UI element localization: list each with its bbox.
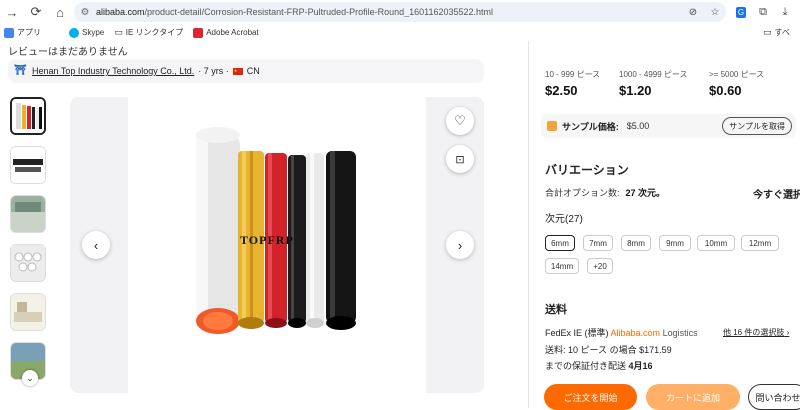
- grid-icon: [4, 27, 14, 38]
- get-sample-button[interactable]: サンプルを取得: [722, 117, 792, 135]
- price-tier: >= 5000 ピース $0.60: [709, 69, 783, 98]
- translate-icon[interactable]: G: [730, 2, 752, 22]
- main-product-image: TOPFRP ‹ › ♡ ⊡: [70, 97, 484, 393]
- bookmark-all[interactable]: ▭ すべ: [763, 27, 790, 38]
- purchase-panel: 10 - 999 ピース $2.50 1000 - 4999 ピース $1.20…: [529, 41, 800, 410]
- supplier-years: · 7 yrs ·: [198, 66, 229, 76]
- option-count: 合計オプション数: 27 次元。: [545, 188, 666, 198]
- shipping-carrier: FedEx IE (標準) Alibaba.com Logistics: [545, 328, 698, 338]
- prev-image-button[interactable]: ‹: [82, 231, 110, 259]
- package-icon: [547, 121, 557, 131]
- add-to-cart-button[interactable]: カートに追加: [646, 384, 740, 410]
- acrobat-icon: [193, 27, 204, 38]
- thumbnail-2[interactable]: [10, 146, 46, 184]
- address-bar[interactable]: ⚙ alibaba.com/product-detail/Corrosion-R…: [74, 2, 726, 22]
- price-tier: 10 - 999 ピース $2.50: [545, 69, 619, 98]
- folder-icon: ▭: [114, 27, 123, 37]
- select-now-link[interactable]: 今すぐ選択: [753, 186, 800, 201]
- bookmark-ie-links[interactable]: ▭ IE リンクタイプ: [114, 27, 183, 38]
- supplier-name-link[interactable]: Henan Top Industry Technology Co., Ltd.: [32, 66, 194, 76]
- stacked-tubes-thumbnail-image: [11, 245, 45, 281]
- heart-icon: ♡: [454, 113, 466, 128]
- supplier-logo-icon: ⛩: [14, 65, 27, 76]
- sample-price-bar: サンプル価格: $5.00 サンプルを取得: [541, 114, 796, 138]
- shipping-title: 送料: [545, 304, 567, 316]
- other-shipping-options-link[interactable]: 他 16 件の選択肢 ›: [723, 327, 789, 338]
- dimension-chip[interactable]: 6mm: [545, 235, 575, 251]
- products-thumbnail-image: [11, 294, 45, 330]
- tier-price: $1.20: [619, 83, 652, 98]
- shipping-cost: 送料: 10 ピース の場合 $171.59: [545, 345, 672, 355]
- next-image-button[interactable]: ›: [446, 231, 474, 259]
- image-watermark: TOPFRP: [240, 233, 294, 247]
- tier-range: 10 - 999 ピース: [545, 70, 601, 79]
- dimension-chip[interactable]: 8mm: [621, 235, 651, 251]
- dimension-chip[interactable]: 14mm: [545, 258, 579, 274]
- start-order-button[interactable]: ご注文を開始: [544, 384, 637, 410]
- bookmark-adobe-acrobat[interactable]: Adobe Acrobat: [193, 27, 259, 38]
- delivery-guarantee: までの保証付き配送 4月16: [545, 361, 653, 371]
- thumbnail-list: [10, 97, 46, 391]
- extensions-icon[interactable]: ⧉: [752, 2, 774, 22]
- thumbnail-1[interactable]: [10, 97, 46, 135]
- profile-thumbnail-image: [11, 147, 45, 183]
- tubes-thumbnail-image: [12, 99, 44, 133]
- reload-icon[interactable]: ⟳: [24, 0, 48, 24]
- variations-title: バリエーション: [545, 163, 629, 177]
- download-icon[interactable]: ⤓: [774, 2, 796, 22]
- home-icon[interactable]: ⌂: [48, 0, 72, 24]
- favorite-button[interactable]: ♡: [446, 107, 474, 135]
- dimension-chip[interactable]: 12mm: [741, 235, 779, 251]
- thumbnail-3[interactable]: [10, 195, 46, 233]
- frp-tubes-image: [196, 127, 356, 334]
- review-note: レビューはまだありません: [8, 47, 128, 58]
- price-tier: 1000 - 4999 ピース $1.20: [619, 69, 709, 98]
- sample-price-value: $5.00: [626, 121, 650, 131]
- url-text[interactable]: alibaba.com/product-detail/Corrosion-Res…: [96, 7, 682, 17]
- tier-range: 1000 - 4999 ピース: [619, 70, 688, 79]
- chevron-right-icon: ›: [457, 237, 463, 253]
- price-tiers: 10 - 999 ピース $2.50 1000 - 4999 ピース $1.20…: [545, 69, 783, 98]
- back-icon[interactable]: →: [0, 0, 24, 24]
- thumbnail-4[interactable]: [10, 244, 46, 282]
- warehouse-thumbnail-image: [11, 196, 45, 232]
- eye-off-icon[interactable]: ⊘: [682, 7, 704, 18]
- chevron-right-icon: ›: [786, 328, 790, 337]
- tier-range: >= 5000 ピース: [709, 70, 765, 79]
- image-search-button[interactable]: ⊡: [446, 145, 474, 173]
- tier-price: $0.60: [709, 83, 742, 98]
- sample-price-label: サンプル価格:: [562, 121, 619, 132]
- bookmark-apps[interactable]: アプリ: [4, 27, 41, 38]
- supplier-country: CN: [246, 66, 260, 76]
- chevron-left-icon: ‹: [93, 237, 99, 253]
- tier-price: $2.50: [545, 83, 578, 98]
- inquiry-button[interactable]: 問い合わせ: [748, 384, 800, 410]
- thumbnail-scroll-down-icon[interactable]: ⌄: [22, 370, 38, 386]
- scan-search-icon: ⊡: [455, 153, 465, 166]
- folder-icon: ▭: [763, 27, 772, 37]
- thumbnail-5[interactable]: [10, 293, 46, 331]
- dimension-chip[interactable]: 10mm: [697, 235, 735, 251]
- star-icon[interactable]: ☆: [704, 7, 726, 18]
- site-info-icon[interactable]: ⚙: [74, 7, 96, 18]
- bookmark-skype[interactable]: Skype: [69, 27, 104, 38]
- bookmarks-bar: アプリ Skype ▭ IE リンクタイプ Adobe Acrobat ▭ すべ: [0, 24, 800, 41]
- skype-icon: [69, 27, 79, 38]
- dimension-label: 次元(27): [545, 214, 583, 225]
- more-dimensions-chip[interactable]: +20: [587, 258, 613, 274]
- china-flag-icon: [232, 67, 243, 75]
- dimension-chip[interactable]: 7mm: [583, 235, 613, 251]
- dimension-chip[interactable]: 9mm: [659, 235, 691, 251]
- supplier-bar[interactable]: ⛩ Henan Top Industry Technology Co., Ltd…: [8, 59, 484, 83]
